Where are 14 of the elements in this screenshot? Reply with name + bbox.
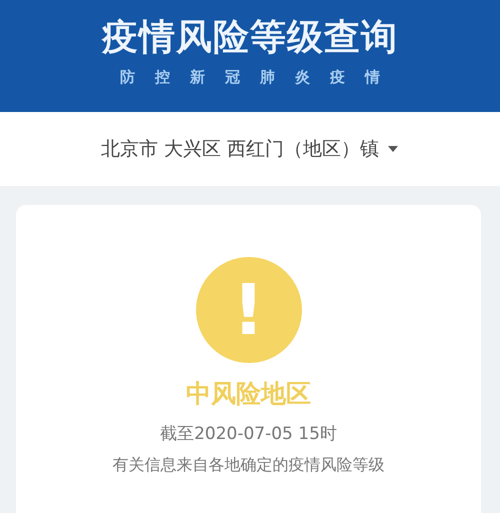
warning-badge: !	[196, 257, 302, 363]
update-time: 截至2020-07-05 15时	[160, 423, 337, 445]
subtitle-character: 新	[190, 68, 205, 87]
source-note: 有关信息来自各地确定的疫情风险等级	[112, 455, 384, 476]
caret-icon	[387, 145, 400, 153]
subtitle-character: 防	[120, 68, 135, 87]
subtitle-character: 情	[365, 68, 380, 87]
page-title: 疫情风险等级查询	[102, 16, 398, 60]
subtitle-character: 疫	[330, 68, 345, 87]
subtitle-character: 肺	[260, 68, 275, 87]
subtitle-character: 冠	[225, 68, 240, 87]
subtitle-character: 炎	[295, 68, 310, 87]
subtitle-character: 控	[155, 68, 170, 87]
risk-level-label: 中风险地区	[186, 378, 311, 410]
